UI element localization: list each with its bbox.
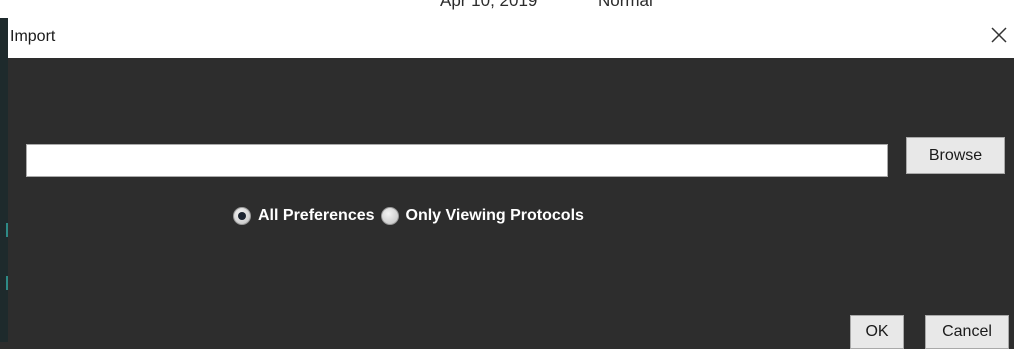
close-icon [991,27,1007,43]
dialog-titlebar: Import [8,12,1014,58]
browse-button[interactable]: Browse [906,137,1005,174]
radio-only-viewing-protocols[interactable]: Only Viewing Protocols [380,207,584,225]
radio-all-preferences[interactable]: All Preferences [233,207,375,225]
radio-only-viewing-protocols-label: Only Viewing Protocols [405,207,584,224]
dialog-title: Import [10,28,56,45]
dialog-body: Browse All Preferences Only Viewing Prot… [8,58,1014,349]
radio-selected-icon [233,207,251,225]
import-type-radio-group: All Preferences Only Viewing Protocols [233,205,590,227]
radio-unselected-icon [380,207,399,225]
ok-button[interactable]: OK [850,315,904,349]
background-status-text: Normal [598,0,653,10]
import-dialog: Import Browse All Preferences Only Viewi… [8,12,1014,349]
background-date-text: Apr 10, 2019 [440,0,538,10]
background-window-edge [0,18,8,342]
close-button[interactable] [986,22,1012,48]
file-path-input[interactable] [26,144,888,177]
radio-all-preferences-label: All Preferences [258,207,375,224]
cancel-button[interactable]: Cancel [925,315,1009,349]
radio-dot [238,212,246,220]
